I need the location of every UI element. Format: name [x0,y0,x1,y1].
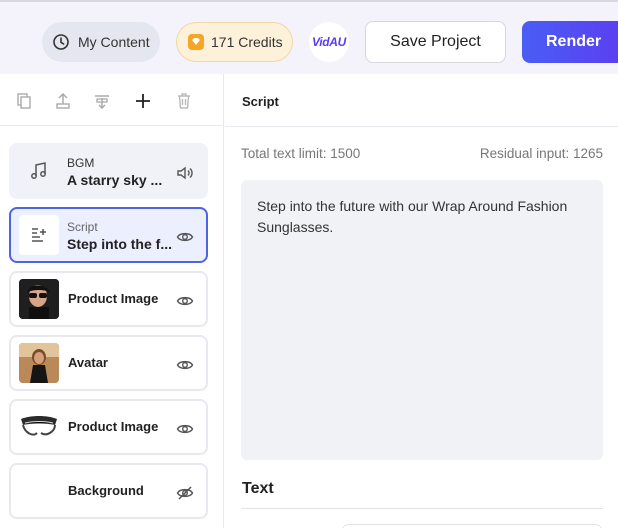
eye-icon[interactable] [176,228,194,246]
eye-icon[interactable] [176,292,194,310]
script-heading: Script [225,74,618,127]
layer-title: Step into the f... [67,236,172,252]
layers-toolbar [0,74,223,126]
text-limits: Total text limit: 1500 Residual input: 1… [241,146,603,161]
avatar-thumbnail [19,343,59,383]
residual-input: Residual input: 1265 [479,146,603,161]
music-note-icon [19,151,59,191]
eye-icon[interactable] [176,420,194,438]
credits-badge[interactable]: 171 Credits [176,22,293,62]
layer-kind: Script [67,220,98,234]
save-project-button[interactable]: Save Project [365,21,506,63]
sunglasses-thumbnail [19,407,59,447]
layer-bgm[interactable]: BGM A starry sky ... [9,143,208,199]
eye-off-icon[interactable] [176,484,194,502]
vidau-logo[interactable]: VidAU [309,22,349,62]
layer-title: Background [68,483,144,498]
diamond-icon [188,34,204,50]
layer-product-image[interactable]: Product Image [9,271,208,327]
text-sparkle-icon [19,215,59,255]
speaker-icon[interactable] [176,164,194,182]
eye-icon[interactable] [176,356,194,374]
layer-title: Avatar [68,355,108,370]
render-button[interactable]: Render [522,21,618,63]
layer-background[interactable]: Background [9,463,208,519]
layer-script[interactable]: Script Step into the f... [9,207,208,263]
layer-title: Product Image [68,291,159,306]
layer-avatar[interactable]: Avatar [9,335,208,391]
script-textarea[interactable]: Step into the future with our Wrap Aroun… [241,180,603,460]
copy-icon[interactable] [14,91,34,111]
add-icon[interactable] [133,91,153,111]
text-section-heading: Text [242,480,274,497]
text-input-field[interactable] [341,524,603,528]
layer-title: Product Image [68,419,159,434]
layer-title: A starry sky ... [67,172,163,188]
product-image-thumbnail [19,279,59,319]
trash-icon[interactable] [174,91,194,111]
script-panel: Script Total text limit: 1500 Residual i… [225,74,618,528]
bring-up-icon[interactable] [53,91,73,111]
align-center-icon[interactable] [92,91,112,111]
layer-kind: BGM [67,156,95,170]
layers-panel: BGM A starry sky ... Script Step into th… [0,74,224,528]
credits-label: 171 Credits [211,34,283,50]
my-content-label: My Content [78,34,150,50]
total-text-limit: Total text limit: 1500 [241,146,361,161]
top-bar: My Content 171 Credits VidAU Save Projec… [0,0,618,74]
my-content-button[interactable]: My Content [42,22,160,62]
clock-icon [53,34,69,50]
layer-product-image[interactable]: Product Image [9,399,208,455]
divider [241,508,603,509]
